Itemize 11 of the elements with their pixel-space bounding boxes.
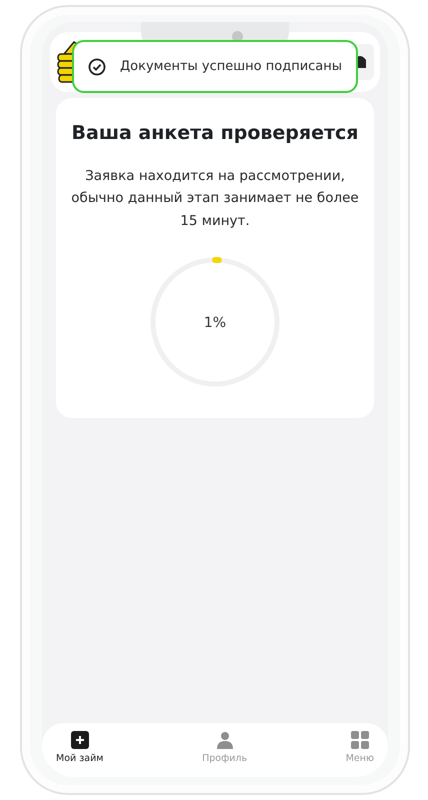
nav-tab[interactable]: Меню xyxy=(338,731,382,777)
nav-tab[interactable]: Профиль xyxy=(194,731,256,777)
card-description: Заявка находится на рассмотрении, обычно данный этап занимает не более 15 минут. xyxy=(70,166,360,231)
toast-message: Документы успешно подписаны xyxy=(120,58,342,76)
check-circle-icon xyxy=(88,58,106,76)
person-icon xyxy=(216,731,234,749)
progress-percent: 1% xyxy=(204,315,226,332)
add-icon xyxy=(70,731,89,749)
nav-tab[interactable]: Мой займ xyxy=(48,731,112,777)
grid-menu-icon xyxy=(350,731,369,749)
card-title: Ваша анкета проверяется xyxy=(70,122,360,145)
